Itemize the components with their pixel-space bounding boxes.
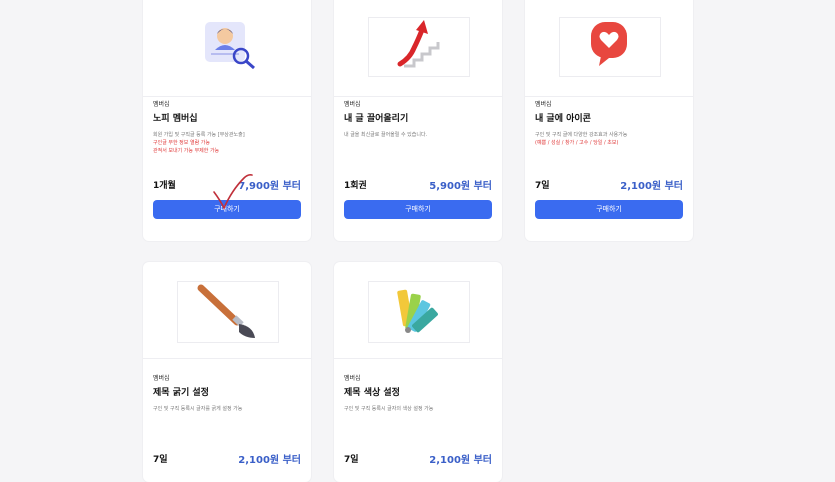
product-price: 7,900원 부터 xyxy=(238,181,301,192)
product-card-membership: 멤버십 노피 멤버십 회원 가입 및 구직글 등록 가능 [무상관노출] 구인글… xyxy=(143,0,311,241)
product-category: 멤버십 xyxy=(535,101,552,108)
product-category: 멤버십 xyxy=(153,101,170,108)
heart-bubble-icon xyxy=(591,22,627,66)
color-palette-icon xyxy=(397,289,438,333)
product-card-post-icon: 멤버십 내 글에 아이콘 구인 및 구직 글에 다양한 강조효과 사용가능 (예… xyxy=(525,0,693,241)
product-card-title-color: 멤버십 제목 색상 설정 구인 및 구직 등록시 글자의 색상 설정 가능 7일… xyxy=(334,262,502,482)
product-duration: 1개월 xyxy=(153,181,176,191)
product-image-area xyxy=(143,0,311,97)
product-image-area xyxy=(334,0,502,97)
product-card-bold-title: 멤버십 제목 굵기 설정 구인 및 구직 등록시 글자를 굵게 설정 가능 7일… xyxy=(143,262,311,482)
product-title: 내 글 끌어올리기 xyxy=(344,114,409,124)
product-title: 제목 굵기 설정 xyxy=(153,388,209,398)
product-image-area xyxy=(334,262,502,359)
product-card-bump-post: 멤버십 내 글 끌어올리기 내 글을 최신글로 끌어올릴 수 있습니다. 1회권… xyxy=(334,0,502,241)
product-title: 내 글에 아이콘 xyxy=(535,114,591,124)
buy-button[interactable]: 구매하기 xyxy=(535,200,683,219)
product-duration: 7일 xyxy=(344,455,359,465)
product-price: 2,100원 부터 xyxy=(620,181,683,192)
product-title: 노피 멤버십 xyxy=(153,114,198,124)
product-price: 2,100원 부터 xyxy=(238,455,301,466)
product-duration: 7일 xyxy=(535,181,550,191)
profile-search-icon xyxy=(205,22,255,70)
product-price: 5,900원 부터 xyxy=(429,181,492,192)
product-title: 제목 색상 설정 xyxy=(344,388,400,398)
arrow-up-stairs-icon xyxy=(397,20,440,68)
product-category: 멤버십 xyxy=(153,375,170,382)
product-category: 멤버십 xyxy=(344,375,361,382)
product-duration: 1회권 xyxy=(344,181,367,191)
product-category: 멤버십 xyxy=(344,101,361,108)
product-image-area xyxy=(143,262,311,359)
product-image-area xyxy=(525,0,693,97)
buy-button[interactable]: 구매하기 xyxy=(153,200,301,219)
product-price: 2,100원 부터 xyxy=(429,455,492,466)
product-duration: 7일 xyxy=(153,455,168,465)
paintbrush-icon xyxy=(197,284,255,338)
buy-button[interactable]: 구매하기 xyxy=(344,200,492,219)
